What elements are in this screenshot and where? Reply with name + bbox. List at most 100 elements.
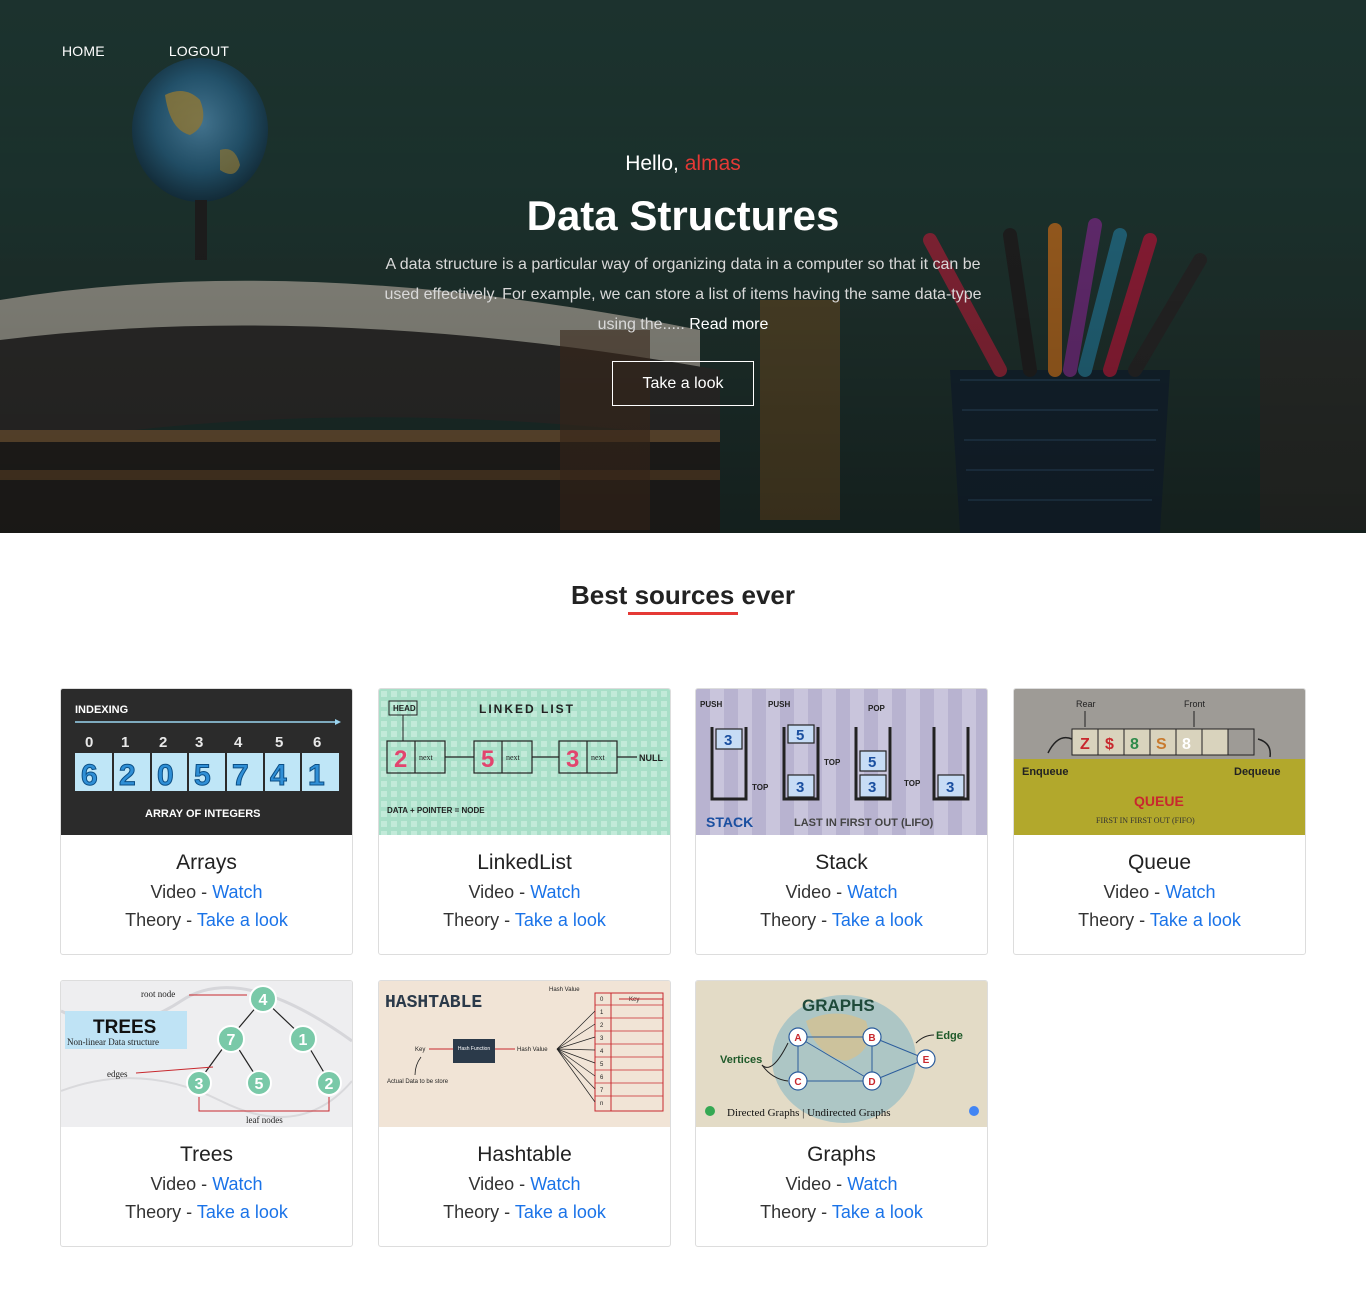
svg-text:3: 3 (195, 1076, 204, 1093)
svg-text:C: C (794, 1077, 801, 1088)
theory-link[interactable]: Take a look (832, 1202, 923, 1222)
watch-link[interactable]: Watch (847, 882, 897, 902)
svg-text:3: 3 (946, 779, 954, 796)
svg-text:GRAPHS: GRAPHS (802, 996, 875, 1015)
svg-text:Key: Key (629, 997, 639, 1003)
video-label: Video - (785, 882, 843, 902)
card-title: LinkedList (477, 851, 572, 874)
svg-text:7: 7 (232, 759, 249, 792)
video-row: Video - Watch (379, 1174, 670, 1195)
svg-text:Front: Front (1184, 699, 1206, 709)
watch-link[interactable]: Watch (847, 1174, 897, 1194)
svg-text:5: 5 (481, 746, 494, 773)
svg-text:1: 1 (308, 759, 325, 792)
theory-label: Theory - (443, 1202, 511, 1222)
video-label: Video - (150, 1174, 208, 1194)
svg-text:PUSH: PUSH (700, 700, 722, 709)
video-label: Video - (150, 882, 208, 902)
svg-text:5: 5 (868, 754, 876, 771)
svg-text:5: 5 (796, 727, 804, 744)
svg-text:Rear: Rear (1076, 699, 1096, 709)
card-queue: Z $8 S8 Rear Front Enqueue Dequeue QUEUE FI… (1013, 688, 1306, 955)
card-stack: 3 5 3 5 3 3 PUSH PUSH POP TOP TOP TOP STACK LAS… (695, 688, 988, 955)
svg-text:3: 3 (566, 746, 579, 773)
page-title: Data Structures (526, 192, 840, 239)
svg-text:QUEUE: QUEUE (1134, 793, 1184, 809)
svg-text:4: 4 (234, 734, 243, 751)
svg-text:1: 1 (121, 734, 129, 751)
video-row: Video - Watch (61, 1174, 352, 1195)
theory-label: Theory - (125, 1202, 193, 1222)
video-label: Video - (1103, 882, 1161, 902)
svg-text:B: B (868, 1033, 875, 1044)
theory-row: Theory - Take a look (379, 1202, 670, 1223)
svg-text:4: 4 (259, 992, 268, 1009)
theory-row: Theory - Take a look (1014, 910, 1305, 931)
svg-text:8: 8 (1182, 736, 1191, 753)
card-title: Stack (815, 851, 868, 874)
hero-banner: HOME LOGOUT Hello, almas Data Structures… (0, 0, 1366, 533)
theory-link[interactable]: Take a look (515, 1202, 606, 1222)
svg-text:n: n (600, 1101, 603, 1107)
theory-link[interactable]: Take a look (197, 910, 288, 930)
svg-text:next: next (506, 753, 521, 762)
nav-logout-link[interactable]: LOGOUT (169, 43, 229, 59)
card-trees: TREES Non-linear Data structure 4 7 1 3 5 2… (60, 980, 353, 1247)
svg-text:LAST IN FIRST OUT (LIFO): LAST IN FIRST OUT (LIFO) (794, 817, 934, 829)
greeting-text: Hello, (625, 152, 679, 175)
theory-row: Theory - Take a look (61, 910, 352, 931)
theory-row: Theory - Take a look (696, 1202, 987, 1223)
take-a-look-button[interactable]: Take a look (612, 361, 754, 406)
svg-text:NULL: NULL (639, 753, 663, 763)
read-more-link[interactable]: Read more (689, 316, 768, 333)
svg-text:2: 2 (119, 759, 136, 792)
svg-text:HEAD: HEAD (393, 704, 416, 713)
card-graphs: GRAPHS A B C D E Edge Vertices Directed Gr… (695, 980, 988, 1247)
arrays-thumbnail: INDEXING 01 23 45 6 62 05 74 1 ARRAY OF … (61, 689, 352, 835)
svg-text:Non-linear Data structure: Non-linear Data structure (67, 1037, 159, 1047)
svg-text:leaf nodes: leaf nodes (246, 1115, 283, 1125)
theory-label: Theory - (443, 910, 511, 930)
card-arrays: INDEXING 01 23 45 6 62 05 74 1 ARRAY OF … (60, 688, 353, 955)
card-title: Trees (180, 1143, 233, 1166)
watch-link[interactable]: Watch (530, 1174, 580, 1194)
svg-text:Edge: Edge (936, 1030, 963, 1042)
nav-home-link[interactable]: HOME (62, 43, 105, 59)
theory-row: Theory - Take a look (696, 910, 987, 931)
video-row: Video - Watch (379, 882, 670, 903)
queue-thumbnail: Z $8 S8 Rear Front Enqueue Dequeue QUEUE FI… (1014, 689, 1305, 835)
section-title: Best sources ever (570, 580, 796, 610)
theory-row: Theory - Take a look (61, 1202, 352, 1223)
svg-text:edges: edges (107, 1069, 128, 1079)
svg-text:1: 1 (299, 1032, 308, 1049)
watch-link[interactable]: Watch (212, 882, 262, 902)
video-label: Video - (468, 882, 526, 902)
svg-text:5: 5 (275, 734, 283, 751)
watch-link[interactable]: Watch (530, 882, 580, 902)
svg-text:3: 3 (868, 779, 876, 796)
card-hashtable: HASHTABLE 01 23 45 67 n Key Hash Value K… (378, 980, 671, 1247)
video-label: Video - (785, 1174, 843, 1194)
svg-text:Z: Z (1080, 736, 1090, 753)
trees-thumbnail: TREES Non-linear Data structure 4 7 1 3 5 2… (61, 981, 352, 1127)
svg-text:2: 2 (159, 734, 167, 751)
watch-link[interactable]: Watch (1165, 882, 1215, 902)
svg-text:HASHTABLE: HASHTABLE (385, 993, 482, 1013)
theory-link[interactable]: Take a look (515, 910, 606, 930)
svg-text:TOP: TOP (904, 779, 921, 788)
svg-text:TOP: TOP (824, 758, 841, 767)
svg-text:Enqueue: Enqueue (1022, 766, 1068, 778)
svg-text:POP: POP (868, 704, 886, 713)
theory-link[interactable]: Take a look (197, 1202, 288, 1222)
theory-link[interactable]: Take a look (1150, 910, 1241, 930)
watch-link[interactable]: Watch (212, 1174, 262, 1194)
theory-label: Theory - (1078, 910, 1146, 930)
svg-text:Hash Value: Hash Value (517, 1047, 548, 1053)
arrays-thumb-bottom: ARRAY OF INTEGERS (145, 808, 261, 820)
video-label: Video - (468, 1174, 526, 1194)
svg-text:0: 0 (157, 759, 174, 792)
theory-link[interactable]: Take a look (832, 910, 923, 930)
svg-text:D: D (868, 1077, 875, 1088)
card-title: Hashtable (477, 1143, 572, 1166)
svg-text:Key: Key (415, 1047, 425, 1053)
